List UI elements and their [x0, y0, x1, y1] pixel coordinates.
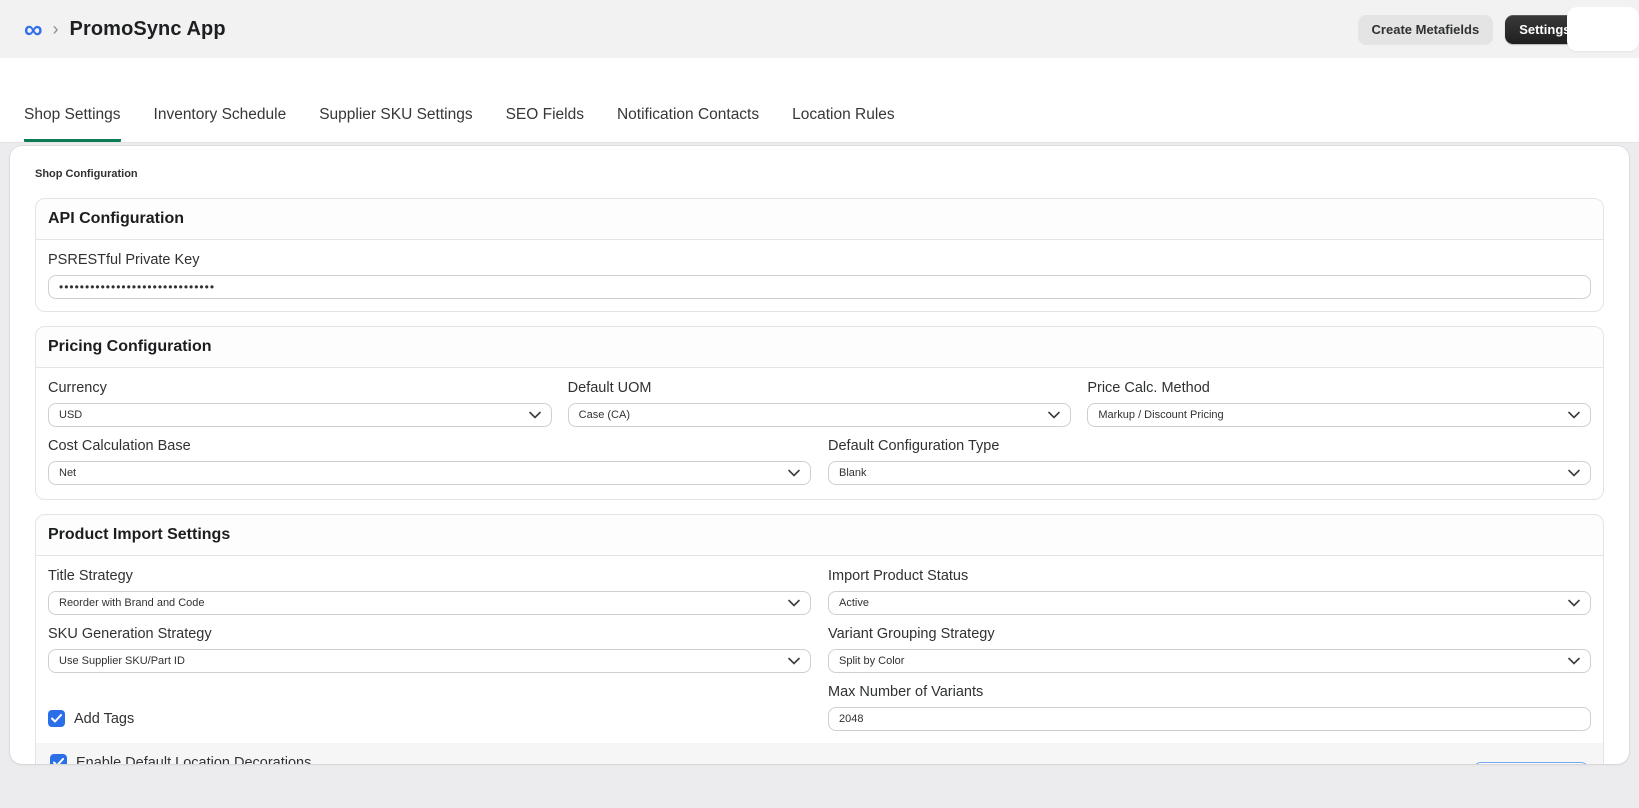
private-key-label: PSRESTful Private Key — [48, 252, 200, 268]
sku-generation-strategy-select[interactable]: Use Supplier SKU/Part ID — [48, 649, 811, 673]
chevron-down-icon — [788, 599, 800, 607]
location-decorations-info: Enable Default Location Decorations Appl… — [50, 754, 571, 764]
pricing-configuration-header: Pricing Configuration — [36, 327, 1603, 368]
enable-location-decorations-label: Enable Default Location Decorations — [76, 754, 312, 765]
tab-seo-fields[interactable]: SEO Fields — [506, 106, 584, 142]
default-uom-label: Default UOM — [567, 380, 652, 396]
tab-bar: Shop Settings Inventory Schedule Supplie… — [0, 58, 1639, 143]
api-configuration-title: API Configuration — [48, 210, 184, 227]
shop-configuration-label: Shop Configuration — [35, 168, 138, 180]
chevron-down-icon — [1048, 411, 1061, 419]
currency-select[interactable]: USD — [48, 403, 552, 427]
import-product-status-label: Import Product Status — [828, 568, 969, 584]
add-tags-field: Add Tags — [48, 684, 811, 731]
pricing-configuration-body: Currency USD Default UOM Case (CA) Price… — [36, 368, 1603, 499]
sku-generation-strategy-field: SKU Generation Strategy Use Supplier SKU… — [48, 626, 811, 673]
topbar: ∞ › PromoSync App Create Metafields Sett… — [0, 0, 1639, 58]
app-logo-infinity-icon[interactable]: ∞ — [24, 16, 43, 42]
import-product-status-value: Active — [839, 597, 869, 609]
chevron-down-icon — [1568, 469, 1580, 477]
topbar-corner-card — [1567, 7, 1639, 51]
import-product-status-select[interactable]: Active — [828, 591, 1591, 615]
price-calc-method-select[interactable]: Markup / Discount Pricing — [1087, 403, 1591, 427]
chevron-down-icon — [788, 657, 800, 665]
price-calc-method-label: Price Calc. Method — [1087, 380, 1210, 396]
private-key-input[interactable] — [48, 275, 1591, 299]
product-import-settings-body: Title Strategy Reorder with Brand and Co… — [36, 556, 1603, 764]
title-strategy-value: Reorder with Brand and Code — [59, 597, 205, 609]
product-import-settings-header: Product Import Settings — [36, 515, 1603, 556]
chevron-down-icon — [788, 469, 800, 477]
tab-inventory-schedule[interactable]: Inventory Schedule — [154, 106, 287, 142]
add-tags-label: Add Tags — [74, 710, 135, 727]
tab-shop-settings[interactable]: Shop Settings — [24, 106, 121, 142]
cost-calculation-base-label: Cost Calculation Base — [48, 438, 191, 454]
pricing-configuration-section: Pricing Configuration Currency USD Defau… — [35, 326, 1604, 500]
chevron-down-icon — [1568, 657, 1580, 665]
import-product-status-field: Import Product Status Active — [828, 568, 1591, 615]
tab-notification-contacts[interactable]: Notification Contacts — [617, 106, 759, 142]
currency-value: USD — [59, 409, 83, 421]
api-configuration-section: API Configuration PSRESTful Private Key — [35, 198, 1604, 312]
variant-grouping-strategy-value: Split by Color — [839, 655, 905, 667]
max-number-of-variants-label: Max Number of Variants — [828, 684, 984, 700]
product-import-settings-section: Product Import Settings Title Strategy R… — [35, 514, 1604, 764]
api-configuration-body: PSRESTful Private Key — [36, 240, 1603, 311]
default-configuration-type-field: Default Configuration Type Blank — [828, 438, 1591, 485]
price-calc-method-field: Price Calc. Method Markup / Discount Pri… — [1087, 380, 1591, 427]
main-content-card: Shop Configuration API Configuration PSR… — [10, 146, 1629, 764]
add-tags-checkbox[interactable] — [48, 710, 65, 727]
chevron-down-icon — [528, 411, 541, 419]
variant-grouping-strategy-field: Variant Grouping Strategy Split by Color — [828, 626, 1591, 673]
cost-calculation-base-field: Cost Calculation Base Net — [48, 438, 811, 485]
location-decorations-row: Enable Default Location Decorations Appl… — [36, 743, 1603, 764]
chevron-down-icon — [1568, 599, 1580, 607]
default-uom-field: Default UOM Case (CA) — [567, 380, 1072, 427]
title-strategy-field: Title Strategy Reorder with Brand and Co… — [48, 568, 811, 615]
currency-label: Currency — [48, 380, 107, 396]
default-uom-select[interactable]: Case (CA) — [567, 403, 1072, 427]
max-number-of-variants-input[interactable] — [828, 707, 1591, 731]
variant-grouping-strategy-label: Variant Grouping Strategy — [828, 626, 995, 642]
pricing-configuration-title: Pricing Configuration — [48, 338, 212, 355]
api-configuration-header: API Configuration — [36, 199, 1603, 240]
create-metafields-button[interactable]: Create Metafields — [1357, 14, 1494, 44]
breadcrumb-chevron-icon: › — [52, 18, 59, 39]
default-configuration-type-label: Default Configuration Type — [828, 438, 1000, 454]
default-uom-value: Case (CA) — [578, 409, 630, 421]
title-strategy-select[interactable]: Reorder with Brand and Code — [48, 591, 811, 615]
product-import-settings-title: Product Import Settings — [48, 526, 231, 543]
title-strategy-label: Title Strategy — [48, 568, 133, 584]
tab-location-rules[interactable]: Location Rules — [792, 106, 895, 142]
sku-generation-strategy-value: Use Supplier SKU/Part ID — [59, 655, 185, 667]
currency-field: Currency USD — [48, 380, 552, 427]
page-title: PromoSync App — [69, 17, 226, 40]
cost-calculation-base-select[interactable]: Net — [48, 461, 811, 485]
cost-calculation-base-value: Net — [59, 467, 77, 479]
max-number-of-variants-field: Max Number of Variants — [828, 684, 1591, 731]
default-configuration-type-value: Blank — [839, 467, 867, 479]
sku-generation-strategy-label: SKU Generation Strategy — [48, 626, 212, 642]
page-background: Shop Configuration API Configuration PSR… — [0, 143, 1639, 764]
manage-rules-button[interactable]: Manage Rules — [1472, 761, 1589, 764]
tab-supplier-sku-settings[interactable]: Supplier SKU Settings — [319, 106, 472, 142]
chevron-down-icon — [1568, 411, 1580, 419]
price-calc-method-value: Markup / Discount Pricing — [1098, 409, 1224, 421]
variant-grouping-strategy-select[interactable]: Split by Color — [828, 649, 1591, 673]
enable-location-decorations-checkbox[interactable] — [50, 754, 67, 764]
default-configuration-type-select[interactable]: Blank — [828, 461, 1591, 485]
